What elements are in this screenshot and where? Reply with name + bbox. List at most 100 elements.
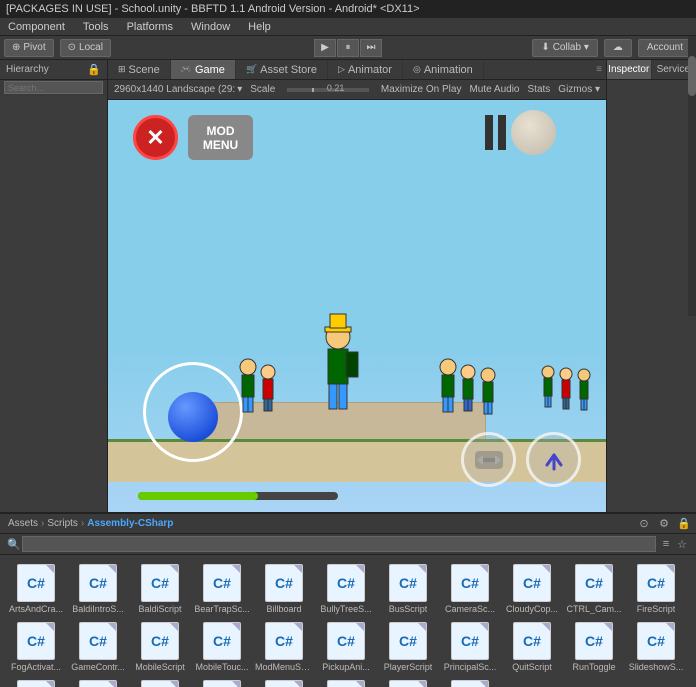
file-item[interactable]: C#TutorBaldi... bbox=[316, 677, 376, 687]
menu-bar: Component Tools Platforms Window Help bbox=[0, 18, 696, 36]
file-item[interactable]: C#SlideshowS... bbox=[626, 619, 686, 675]
cs-file-icon: C# bbox=[327, 680, 365, 687]
menu-help[interactable]: Help bbox=[244, 21, 275, 33]
pivot-icon: ⊕ bbox=[12, 42, 20, 53]
local-button[interactable]: ⊙ Local bbox=[60, 39, 111, 57]
step-button[interactable]: ⏭ bbox=[360, 39, 382, 57]
mod-menu-button[interactable]: MODMENU bbox=[188, 115, 253, 160]
favorites-icon[interactable]: ⊙ bbox=[636, 516, 652, 532]
file-item[interactable]: C#FireScript bbox=[626, 561, 686, 617]
cloud-button[interactable]: ☁ bbox=[604, 39, 632, 57]
pause-indicator bbox=[485, 115, 506, 150]
resolution-dropdown[interactable]: 2960x1440 Landscape (29: ▾ bbox=[114, 84, 242, 95]
search-icon: 🔍 bbox=[6, 536, 22, 552]
tab-inspector[interactable]: Inspector bbox=[607, 60, 652, 79]
file-item[interactable]: C#TreeScript bbox=[192, 677, 252, 687]
file-item[interactable]: C#BaldiIntroS... bbox=[68, 561, 128, 617]
tab-animation[interactable]: ◎ Animation bbox=[403, 60, 484, 79]
progress-bar-fill bbox=[138, 492, 258, 500]
scale-slider[interactable]: 0.21 bbox=[287, 88, 369, 92]
cs-file-icon: C# bbox=[513, 622, 551, 660]
tab-scene[interactable]: ⊞ Scene bbox=[108, 60, 171, 79]
file-item[interactable]: C#BaldiScript bbox=[130, 561, 190, 617]
asset-icon: 🛒 bbox=[246, 64, 257, 75]
progress-bar bbox=[138, 492, 338, 500]
maximize-on-play-toggle[interactable]: Maximize On Play bbox=[381, 84, 462, 95]
cs-file-icon: C# bbox=[141, 564, 179, 602]
file-item[interactable]: C#SwingingDe... bbox=[68, 677, 128, 687]
search-options-icon[interactable]: ≡ bbox=[658, 536, 674, 552]
lock-icon[interactable]: 🔒 bbox=[676, 516, 692, 532]
file-item[interactable]: C#CTRL_Cam... bbox=[564, 561, 624, 617]
cs-file-icon: C# bbox=[451, 564, 489, 602]
menu-component[interactable]: Component bbox=[4, 21, 69, 33]
pause-bar-left bbox=[485, 115, 493, 150]
cs-file-icon: C# bbox=[327, 622, 365, 660]
file-label: Billboard bbox=[266, 604, 301, 614]
collab-button[interactable]: ⬇ Collab ▾ bbox=[532, 39, 598, 57]
file-item[interactable]: C#PlayerScript bbox=[378, 619, 438, 675]
animator-icon: ▷ bbox=[338, 64, 345, 75]
game-viewport: ✕ MODMENU bbox=[108, 100, 606, 512]
file-item[interactable]: C#GameContr... bbox=[68, 619, 128, 675]
play-button[interactable]: ▶ bbox=[314, 39, 336, 57]
toolbar: ⊕ Pivot ⊙ Local ▶ ⏸ ⏭ ⬇ Collab ▾ ☁ Accou… bbox=[0, 36, 696, 60]
tabs-row: ⊞ Scene 🎮 Game 🛒 Asset Store ▷ Animator … bbox=[108, 60, 606, 80]
cs-file-icon: C# bbox=[451, 622, 489, 660]
stats-toggle[interactable]: Stats bbox=[528, 84, 551, 95]
tab-animator[interactable]: ▷ Animator bbox=[328, 60, 403, 79]
menu-platforms[interactable]: Platforms bbox=[123, 21, 177, 33]
file-item[interactable]: C#MobileTouc... bbox=[192, 619, 252, 675]
file-item[interactable]: C#FogActivat... bbox=[6, 619, 66, 675]
file-item[interactable]: C#WoodPicku... bbox=[378, 677, 438, 687]
joystick-control[interactable] bbox=[461, 432, 516, 487]
search-star-icon[interactable]: ☆ bbox=[674, 536, 690, 552]
game-toolbar: 2960x1440 Landscape (29: ▾ Scale 0.21 Ma… bbox=[108, 80, 606, 100]
file-item[interactable]: C#PrincipalSc... bbox=[440, 619, 500, 675]
inspector-content bbox=[607, 80, 696, 512]
title-bar: [PACKAGES IN USE] - School.unity - BBFTD… bbox=[0, 0, 696, 18]
file-item[interactable]: C#CloudyCop... bbox=[502, 561, 562, 617]
gizmos-dropdown[interactable]: Gizmos ▾ bbox=[558, 84, 600, 95]
menu-tools[interactable]: Tools bbox=[79, 21, 113, 33]
file-item[interactable]: C#ArtsAndCra... bbox=[6, 561, 66, 617]
file-label: BullyTreeS... bbox=[320, 604, 371, 614]
pause-button[interactable]: ⏸ bbox=[337, 39, 359, 57]
cs-file-icon: C# bbox=[389, 680, 427, 687]
file-item[interactable]: C#BusScript bbox=[378, 561, 438, 617]
inspector-panel: Inspector Service bbox=[606, 60, 696, 512]
file-item[interactable]: C#RunToggle bbox=[564, 619, 624, 675]
file-item[interactable]: C#TrapSpawn... bbox=[130, 677, 190, 687]
file-item[interactable]: C#PickupAni... bbox=[316, 619, 376, 675]
hierarchy-lock-icon[interactable]: 🔒 bbox=[87, 63, 101, 76]
file-item[interactable]: C#StartScript bbox=[6, 677, 66, 687]
file-item[interactable]: C#MobileScript bbox=[130, 619, 190, 675]
close-x-button[interactable]: ✕ bbox=[133, 115, 178, 160]
file-label: FogActivat... bbox=[11, 662, 61, 672]
account-button[interactable]: Account bbox=[638, 39, 692, 57]
pivot-button[interactable]: ⊕ Pivot bbox=[4, 39, 54, 57]
file-item[interactable]: C#Billboard bbox=[254, 561, 314, 617]
mute-audio-toggle[interactable]: Mute Audio bbox=[469, 84, 519, 95]
file-item[interactable]: C#BearTrapSc... bbox=[192, 561, 252, 617]
hierarchy-search-input[interactable] bbox=[4, 81, 103, 94]
file-label: GameContr... bbox=[71, 662, 125, 672]
file-label: CTRL_Cam... bbox=[566, 604, 621, 614]
menu-window[interactable]: Window bbox=[187, 21, 234, 33]
file-item[interactable]: C#BullyTreeS... bbox=[316, 561, 376, 617]
file-item[interactable]: C#CameraSc... bbox=[440, 561, 500, 617]
tab-game[interactable]: 🎮 Game bbox=[171, 60, 236, 79]
file-item[interactable]: C#QuitScript bbox=[502, 619, 562, 675]
action-button[interactable] bbox=[526, 432, 581, 487]
tab-asset-store[interactable]: 🛒 Asset Store bbox=[236, 60, 328, 79]
tabs-more-icon[interactable]: ≡ bbox=[596, 64, 602, 75]
cs-file-icon: C# bbox=[265, 680, 303, 687]
cs-file-icon: C# bbox=[17, 564, 55, 602]
cs-file-icon: C# bbox=[79, 564, 117, 602]
file-item[interactable]: C#ModMenuSc... bbox=[254, 619, 314, 675]
settings-icon[interactable]: ⚙ bbox=[656, 516, 672, 532]
search-input[interactable] bbox=[22, 536, 656, 552]
file-item[interactable]: C#WoodSpaw... bbox=[440, 677, 500, 687]
moon bbox=[511, 110, 556, 155]
file-item[interactable]: C#TreesScript bbox=[254, 677, 314, 687]
